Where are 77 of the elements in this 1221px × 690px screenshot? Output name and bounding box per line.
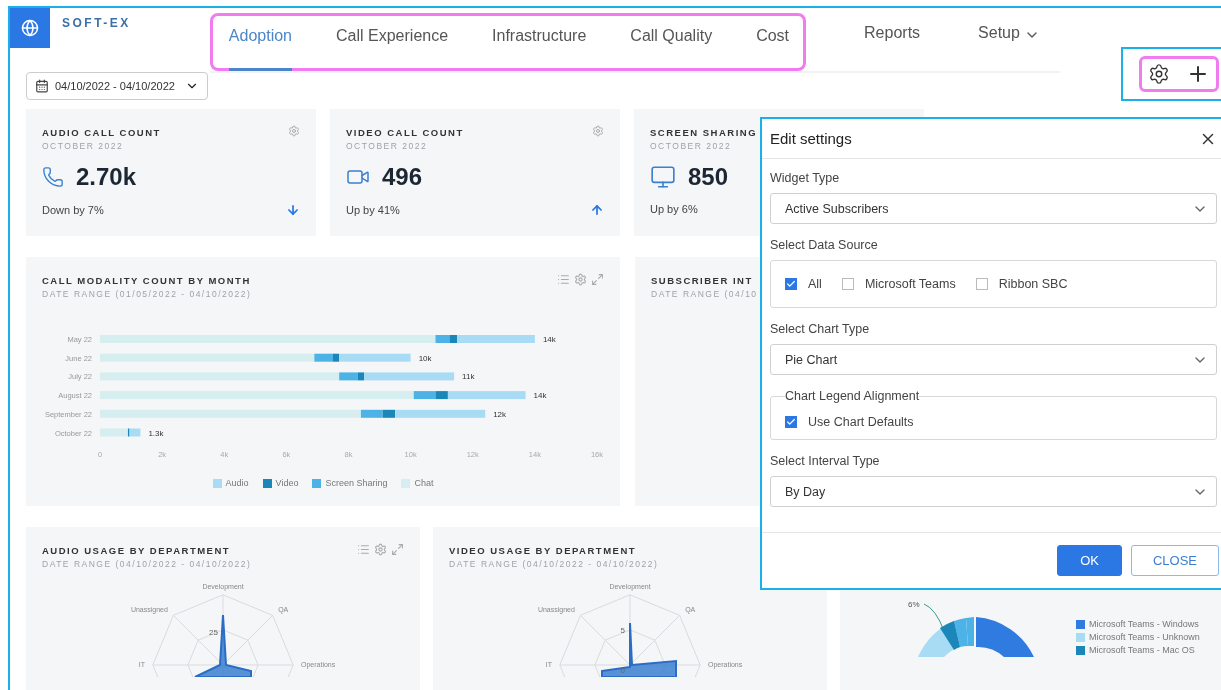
- calendar-icon: [35, 79, 49, 93]
- phone-icon: [42, 166, 64, 188]
- scale-label: 5: [620, 626, 625, 635]
- value-label: 1.3k: [148, 428, 164, 438]
- card-subtitle: OCTOBER 2022: [42, 141, 124, 151]
- card-title: VIDEO USAGE BY DEPARTMENT: [449, 545, 637, 556]
- globe-icon: [21, 19, 39, 37]
- card-title: CALL MODALITY COUNT BY MONTH: [42, 275, 251, 286]
- expand-icon[interactable]: [591, 273, 604, 286]
- slice-label: 6%: [908, 600, 920, 609]
- card-subtitle: DATE RANGE (04/10/2022 - 04/10/2022): [449, 559, 659, 569]
- change-text: Up by 6%: [650, 203, 698, 215]
- checkbox-option[interactable]: Microsoft Teams: [841, 277, 956, 291]
- list-icon[interactable]: [357, 543, 370, 556]
- nav-tab[interactable]: Setup: [978, 13, 1040, 68]
- card-title: SUBSCRIBER INT: [651, 275, 753, 286]
- group-label: Chart Legend Alignment: [785, 389, 920, 403]
- field-label: Select Interval Type: [770, 454, 881, 468]
- checkbox-option[interactable]: All: [785, 277, 822, 291]
- settings-icon[interactable]: [288, 125, 300, 137]
- list-icon[interactable]: [557, 273, 570, 286]
- nav-tab[interactable]: Call Quality: [630, 16, 713, 71]
- select-field[interactable]: Active Subscribers: [770, 193, 1217, 224]
- value-label: 14k: [542, 335, 556, 344]
- settings-icon[interactable]: [374, 543, 387, 556]
- scale-label: 25: [209, 628, 218, 637]
- kpi-value: 850: [688, 163, 729, 191]
- value-label: 11k: [462, 372, 475, 382]
- settings-button[interactable]: [1148, 63, 1170, 85]
- checkbox-option[interactable]: Use Chart Defaults: [785, 415, 1202, 429]
- ok-button[interactable]: OK: [1057, 545, 1122, 576]
- value-label: 10k: [418, 353, 432, 363]
- card-subtitle: OCTOBER 2022: [346, 141, 428, 151]
- card-subtitle: DATE RANGE (04/10/2022 - 04/10/2022): [42, 559, 252, 569]
- legend-item[interactable]: Microsoft Teams - Mac OS: [1076, 645, 1200, 655]
- select-field[interactable]: By Day: [770, 476, 1217, 507]
- radar-area: [194, 614, 252, 677]
- kpi-value: 496: [382, 163, 423, 191]
- brand-name: SOFT-EX: [62, 16, 131, 30]
- nav-tab[interactable]: Infrastructure: [492, 16, 587, 71]
- field-label: Widget Type: [770, 171, 841, 185]
- nav-tab[interactable]: Call Experience: [336, 16, 449, 71]
- legend-item[interactable]: Microsoft Teams - Unknown: [1076, 632, 1200, 642]
- expand-icon[interactable]: [391, 543, 404, 556]
- checkbox-option[interactable]: Ribbon SBC: [975, 277, 1068, 291]
- legend-item[interactable]: Microsoft Teams - Windows: [1076, 619, 1200, 629]
- legend-item[interactable]: Chat: [401, 478, 434, 488]
- nav-tab[interactable]: Cost: [756, 16, 790, 71]
- card-title: SCREEN SHARING: [650, 127, 758, 138]
- change-text: Up by 41%: [346, 204, 400, 216]
- field-label: Select Chart Type: [770, 322, 871, 336]
- settings-icon[interactable]: [592, 125, 604, 137]
- scale-label: 0: [620, 666, 625, 675]
- card-subtitle: DATE RANGE (04/10: [651, 289, 758, 299]
- value-label: 12k: [493, 409, 507, 419]
- legend-item[interactable]: Screen Sharing: [312, 478, 388, 488]
- change-text: Down by 7%: [42, 204, 104, 216]
- dialog-title: Edit settings: [770, 130, 852, 147]
- checkmark-icon: [786, 279, 796, 289]
- date-range-picker[interactable]: 04/10/2022 - 04/10/2022: [26, 72, 208, 100]
- monitor-icon: [650, 164, 676, 190]
- card-title: AUDIO CALL COUNT: [42, 127, 161, 138]
- select-field[interactable]: Pie Chart: [770, 344, 1217, 375]
- nav-tab[interactable]: Adoption: [228, 16, 292, 71]
- card-subtitle: OCTOBER 2022: [650, 141, 732, 151]
- card-title: VIDEO CALL COUNT: [346, 127, 464, 138]
- legend-item[interactable]: Video: [262, 478, 299, 488]
- kpi-value: 2.70k: [76, 163, 137, 191]
- nav-tab[interactable]: Reports: [864, 13, 921, 68]
- checkmark-icon: [786, 417, 796, 427]
- field-label: Select Data Source: [770, 238, 879, 252]
- legend-item[interactable]: Audio: [212, 478, 249, 488]
- value-label: 14k: [533, 391, 547, 401]
- settings-icon[interactable]: [574, 273, 587, 286]
- card-subtitle: DATE RANGE (01/05/2022 - 04/10/2022): [42, 289, 252, 299]
- card-title: AUDIO USAGE BY DEPARTMENT: [42, 545, 231, 556]
- close-button[interactable]: CLOSE: [1130, 545, 1219, 576]
